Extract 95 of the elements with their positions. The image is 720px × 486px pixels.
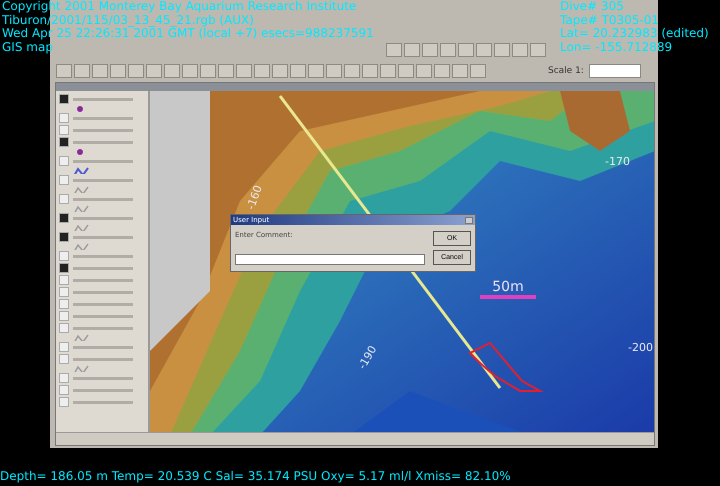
layer-checkbox[interactable] — [59, 125, 69, 135]
overlay-text: Tape# T0305-01 — [560, 14, 660, 27]
blurred-layer-name — [73, 376, 133, 380]
layer-checkbox[interactable] — [59, 373, 69, 383]
layer-checkbox[interactable] — [59, 232, 69, 242]
blurred-layer-name — [73, 198, 133, 200]
layer-checkbox[interactable] — [59, 156, 69, 166]
line-legend-icon — [73, 205, 89, 212]
toolbar-button[interactable] — [272, 64, 288, 78]
blurred-layer-name — [73, 140, 133, 144]
layer-checkbox[interactable] — [59, 323, 69, 333]
toolbar-button[interactable] — [494, 43, 510, 57]
toolbar-button[interactable] — [236, 64, 252, 78]
blurred-layer-name — [73, 278, 133, 282]
sensor-readout: Depth= 186.05 m Temp= 20.539 C Sal= 35.174 PSU Oxy= 5.17 ml/l Xmiss= 82.10% — [0, 470, 511, 484]
blurred-layer-name — [73, 400, 133, 404]
layer-checkbox[interactable] — [59, 263, 69, 273]
toolbar-button[interactable] — [434, 64, 450, 78]
layer-checkbox[interactable] — [59, 94, 69, 104]
toolbar-button[interactable] — [218, 64, 234, 78]
toolbar-button[interactable] — [164, 64, 180, 78]
layer-checkbox[interactable] — [59, 275, 69, 285]
blurred-layer-name — [73, 346, 133, 348]
toolbar-button[interactable] — [470, 64, 486, 78]
blurred-layer-name — [73, 178, 133, 182]
overlay-text: Lat= 20.232983 (edited) — [560, 27, 709, 40]
blurred-layer-name — [73, 236, 133, 238]
line-legend-icon — [73, 224, 89, 231]
blurred-layer-name — [73, 314, 133, 318]
close-button[interactable] — [465, 216, 473, 224]
toolbar-button[interactable] — [512, 43, 528, 57]
toolbar-button[interactable] — [386, 43, 402, 57]
layer-checkbox[interactable] — [59, 113, 69, 123]
layer-checkbox[interactable] — [59, 397, 69, 407]
toolbar-button[interactable] — [182, 64, 198, 78]
scale-bar — [480, 295, 536, 299]
comment-field[interactable] — [235, 254, 425, 265]
contour-label: -200 — [628, 341, 653, 354]
toolbar-button[interactable] — [308, 64, 324, 78]
toolbar-button[interactable] — [380, 64, 396, 78]
overlay-text: Dive# 305 — [560, 0, 624, 14]
toolbar-button[interactable] — [344, 64, 360, 78]
toolbar-button[interactable] — [440, 43, 456, 57]
line-legend-icon — [73, 186, 89, 193]
blurred-layer-name — [73, 302, 133, 306]
blurred-layer-name — [73, 160, 133, 162]
layer-checkbox[interactable] — [59, 311, 69, 321]
layer-checkbox[interactable] — [59, 354, 69, 364]
blurred-layer-name — [73, 266, 133, 270]
layer-checkbox[interactable] — [59, 137, 69, 147]
blurred-layer-name — [73, 216, 133, 220]
toolbar-button[interactable] — [92, 64, 108, 78]
toolbar-button[interactable] — [422, 43, 438, 57]
toolbar-button[interactable] — [128, 64, 144, 78]
scale-label: Scale 1: — [548, 66, 584, 76]
line-legend-icon — [73, 365, 89, 372]
blurred-layer-name — [73, 128, 133, 132]
toolbar-button[interactable] — [530, 43, 546, 57]
toolbar-button[interactable] — [362, 64, 378, 78]
toolbar-button[interactable] — [200, 64, 216, 78]
contour-label: -160 — [244, 184, 265, 212]
blurred-layer-name — [73, 290, 133, 294]
scale-bar-label: 50m — [492, 279, 524, 295]
blurred-layer-name — [73, 326, 133, 330]
toolbar-button[interactable] — [476, 43, 492, 57]
layer-checkbox[interactable] — [59, 385, 69, 395]
toolbar-button[interactable] — [452, 64, 468, 78]
toolbar-button[interactable] — [56, 64, 72, 78]
toolbar-button[interactable] — [254, 64, 270, 78]
toolbar-button[interactable] — [146, 64, 162, 78]
layer-checkbox[interactable] — [59, 342, 69, 352]
toolbar-button[interactable] — [110, 64, 126, 78]
layer-checkbox[interactable] — [59, 251, 69, 261]
toolbar-button[interactable] — [398, 64, 414, 78]
blurred-layer-name — [73, 388, 133, 392]
blurred-layer-name — [73, 254, 133, 258]
toolbar-button[interactable] — [290, 64, 306, 78]
blurred-layer-name — [73, 116, 133, 120]
toolbar-button[interactable] — [326, 64, 342, 78]
toolbar-button[interactable] — [458, 43, 474, 57]
line-legend-icon — [73, 334, 89, 341]
line-legend-icon — [73, 167, 89, 174]
layer-checkbox[interactable] — [59, 194, 69, 204]
toolbar-button[interactable] — [74, 64, 90, 78]
toolbar-button[interactable] — [404, 43, 420, 57]
scale-field[interactable] — [588, 64, 641, 78]
layer-checkbox[interactable] — [59, 299, 69, 309]
layer-checkbox[interactable] — [59, 213, 69, 223]
line-legend-icon — [73, 243, 89, 250]
blurred-layer-name — [73, 98, 133, 100]
layer-checkbox[interactable] — [59, 287, 69, 297]
blurred-layer-name — [73, 358, 133, 360]
contour-label: -170 — [605, 155, 630, 168]
layer-checkbox[interactable] — [59, 175, 69, 185]
toolbar-button[interactable] — [416, 64, 432, 78]
